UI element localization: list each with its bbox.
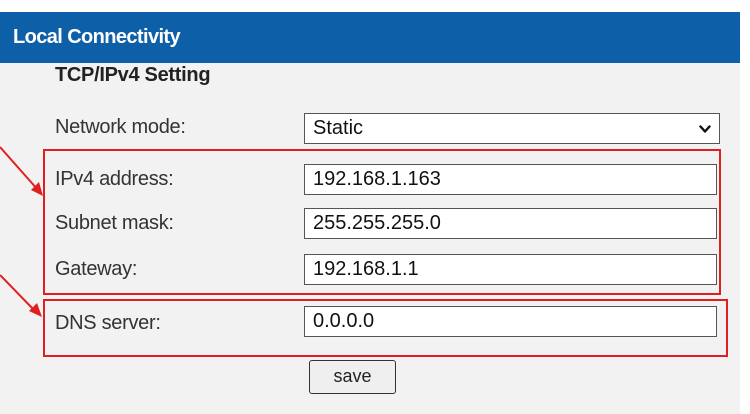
network-mode-value: Static: [313, 117, 364, 139]
network-mode-select[interactable]: Static: [304, 113, 720, 144]
section-title: TCP/IPv4 Setting: [55, 64, 211, 86]
chevron-down-icon: [699, 125, 711, 133]
panel-header: Local Connectivity: [0, 12, 740, 63]
save-button[interactable]: save: [309, 360, 396, 394]
network-mode-label: Network mode:: [55, 116, 186, 138]
annotation-box-ip-settings: [43, 149, 721, 295]
annotation-box-dns: [43, 299, 728, 357]
